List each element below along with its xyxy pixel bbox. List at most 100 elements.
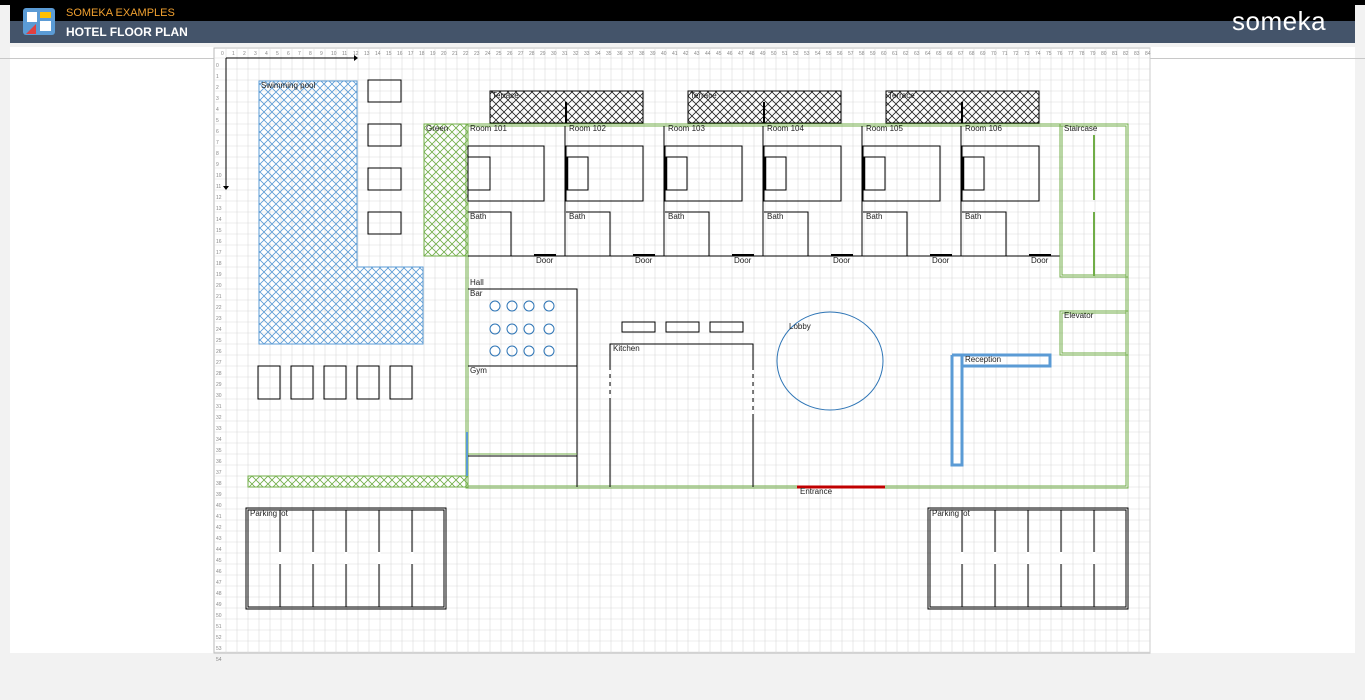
row-number: 37 <box>216 470 222 476</box>
column-number: 81 <box>1112 51 1118 57</box>
kitchen-label: Kitchen <box>613 344 640 353</box>
row-number: 15 <box>216 228 222 234</box>
column-number: 27 <box>518 51 524 57</box>
column-number: 5 <box>276 51 279 57</box>
column-number: 68 <box>969 51 975 57</box>
column-number: 63 <box>914 51 920 57</box>
column-number: 6 <box>287 51 290 57</box>
column-number: 14 <box>375 51 381 57</box>
parking-lot-label: Parking lot <box>250 509 289 518</box>
column-number: 26 <box>507 51 513 57</box>
row-number: 9 <box>216 162 219 168</box>
row-number: 45 <box>216 558 222 564</box>
room-106-label: Room 106 <box>965 124 1002 133</box>
column-number: 37 <box>628 51 634 57</box>
row-number: 28 <box>216 371 222 377</box>
column-number: 34 <box>595 51 601 57</box>
column-number: 29 <box>540 51 546 57</box>
column-number: 36 <box>617 51 623 57</box>
row-number: 36 <box>216 459 222 465</box>
column-number: 77 <box>1068 51 1074 57</box>
column-number: 50 <box>771 51 777 57</box>
row-number: 39 <box>216 492 222 498</box>
row-number: 50 <box>216 613 222 619</box>
elevator-label: Elevator <box>1064 311 1094 320</box>
row-number: 4 <box>216 107 219 113</box>
column-number: 69 <box>980 51 986 57</box>
row-number: 8 <box>216 151 219 157</box>
row-number: 27 <box>216 360 222 366</box>
column-number: 4 <box>265 51 268 57</box>
room-101-label: Room 101 <box>470 124 507 133</box>
row-number: 30 <box>216 393 222 399</box>
row-number: 34 <box>216 437 222 443</box>
door-label: Door <box>932 256 950 265</box>
column-number: 0 <box>221 51 224 57</box>
row-number: 12 <box>216 195 222 201</box>
column-number: 61 <box>892 51 898 57</box>
door-label: Door <box>635 256 653 265</box>
column-number: 15 <box>386 51 392 57</box>
row-number: 21 <box>216 294 222 300</box>
parking-lot-label: Parking lot <box>932 509 971 518</box>
column-number: 24 <box>485 51 491 57</box>
door-label: Door <box>536 256 554 265</box>
column-number: 57 <box>848 51 854 57</box>
column-number: 8 <box>309 51 312 57</box>
room-103-label: Room 103 <box>668 124 705 133</box>
terraces[interactable] <box>489 90 1040 124</box>
green-area[interactable] <box>423 123 469 257</box>
column-number: 51 <box>782 51 788 57</box>
column-number: 58 <box>859 51 865 57</box>
column-number: 48 <box>749 51 755 57</box>
reception-label: Reception <box>965 355 1001 364</box>
column-number: 42 <box>683 51 689 57</box>
column-number: 25 <box>496 51 502 57</box>
row-number: 2 <box>216 85 219 91</box>
staircase-label: Staircase <box>1064 124 1098 133</box>
row-number: 26 <box>216 349 222 355</box>
column-number: 10 <box>331 51 337 57</box>
row-number: 24 <box>216 327 222 333</box>
column-number: 21 <box>452 51 458 57</box>
column-number: 13 <box>364 51 370 57</box>
row-number: 43 <box>216 536 222 542</box>
column-number: 12 <box>353 51 359 57</box>
row-number: 40 <box>216 503 222 509</box>
column-number: 9 <box>320 51 323 57</box>
row-number: 46 <box>216 569 222 575</box>
column-number: 32 <box>573 51 579 57</box>
green-area-label: Green <box>426 124 448 133</box>
column-number: 30 <box>551 51 557 57</box>
column-number: 67 <box>958 51 964 57</box>
lobby-label: Lobby <box>789 322 811 331</box>
column-number: 53 <box>804 51 810 57</box>
row-number: 14 <box>216 217 222 223</box>
column-number: 2 <box>243 51 246 57</box>
column-number: 65 <box>936 51 942 57</box>
row-number: 32 <box>216 415 222 421</box>
column-number: 1 <box>232 51 235 57</box>
terrace-label-3: Terrace <box>888 91 915 100</box>
column-number: 22 <box>463 51 469 57</box>
bath-label: Bath <box>866 212 882 221</box>
row-number: 25 <box>216 338 222 344</box>
terrace-label-1: Terrace <box>492 91 519 100</box>
row-number: 49 <box>216 602 222 608</box>
column-number: 78 <box>1079 51 1085 57</box>
column-number: 31 <box>562 51 568 57</box>
column-number: 3 <box>254 51 257 57</box>
row-number: 48 <box>216 591 222 597</box>
column-number: 17 <box>408 51 414 57</box>
row-number: 23 <box>216 316 222 322</box>
row-number: 7 <box>216 140 219 146</box>
column-number: 33 <box>584 51 590 57</box>
swimming-pool-label: Swimming pool <box>261 81 315 90</box>
column-number: 72 <box>1013 51 1019 57</box>
column-number: 20 <box>441 51 447 57</box>
column-number: 39 <box>650 51 656 57</box>
room-102-label: Room 102 <box>569 124 606 133</box>
terrace-label-2: Terrace <box>690 91 717 100</box>
room-104-label: Room 104 <box>767 124 804 133</box>
row-number: 51 <box>216 624 222 630</box>
